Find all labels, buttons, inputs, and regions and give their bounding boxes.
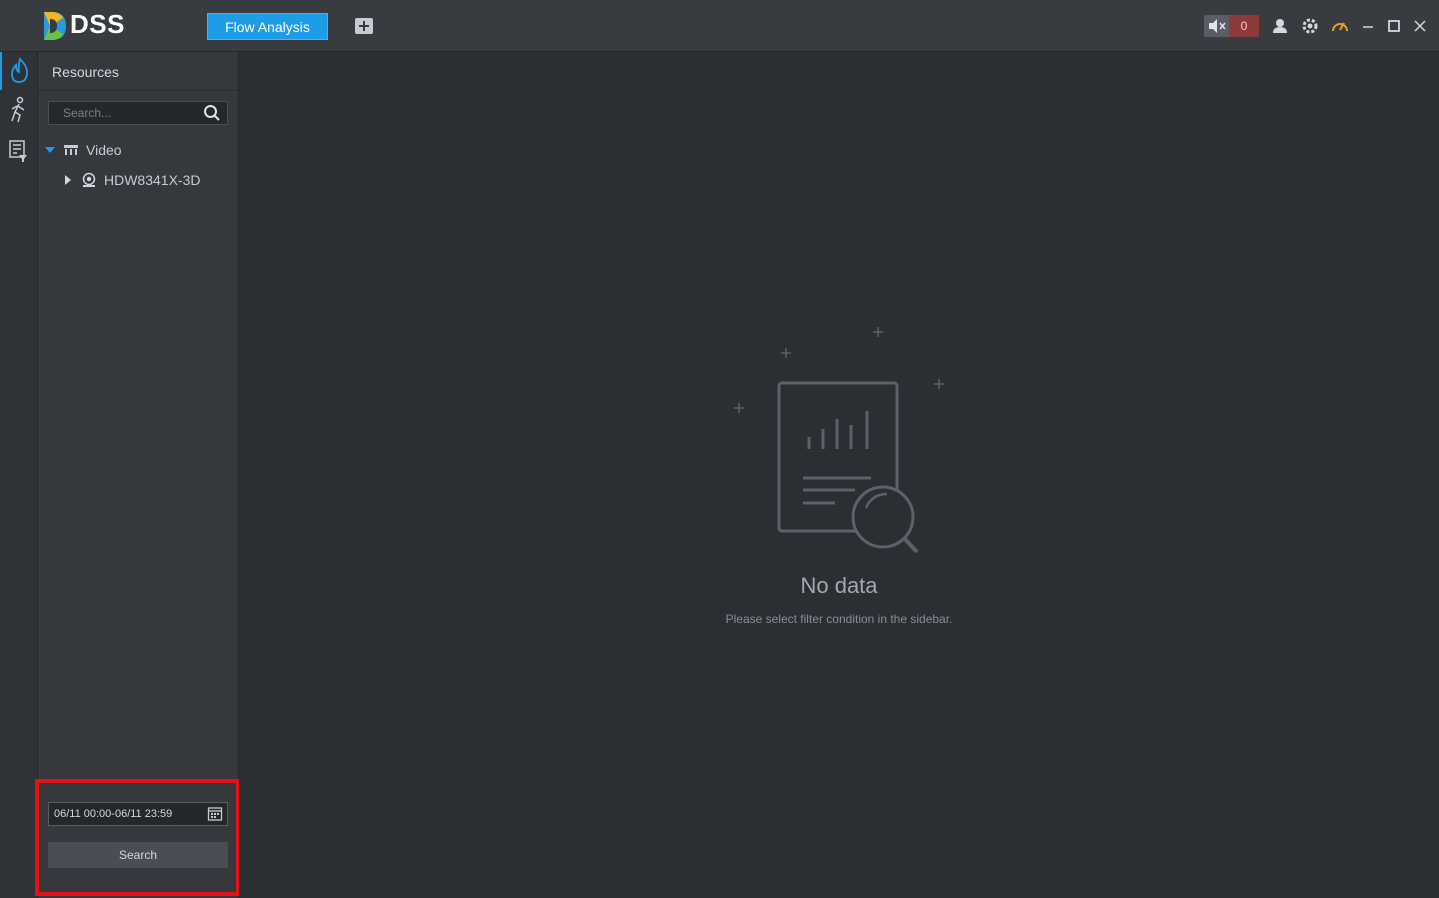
rail-report[interactable] xyxy=(0,132,38,170)
dome-camera-icon xyxy=(82,172,96,187)
maximize-icon[interactable] xyxy=(1383,15,1405,37)
report-filter-icon xyxy=(9,140,27,162)
flame-icon xyxy=(11,57,29,83)
resources-sidebar: Resources Video HDW8341X-3D xyxy=(38,52,239,898)
empty-state-hint: Please select filter condition in the si… xyxy=(725,612,953,626)
tree-node-camera[interactable]: HDW8341X-3D xyxy=(62,169,200,191)
user-icon[interactable] xyxy=(1269,15,1291,37)
time-range-value: 06/11 00:00-06/11 23:59 xyxy=(54,808,173,820)
empty-state-title: No data xyxy=(800,573,878,598)
time-range-field[interactable]: 06/11 00:00-06/11 23:59 xyxy=(48,802,228,826)
tab-flow-analysis[interactable]: Flow Analysis xyxy=(207,13,328,40)
add-tab-button[interactable] xyxy=(355,18,373,34)
walking-person-icon xyxy=(11,96,25,123)
rail-heat-flow[interactable] xyxy=(0,52,38,90)
alarm-count-badge: 0 xyxy=(1229,15,1259,37)
rail-people-counting[interactable] xyxy=(0,92,38,130)
sidebar-title: Resources xyxy=(52,64,119,80)
tree-node-label: Video xyxy=(86,142,122,158)
no-data-illustration-icon xyxy=(734,327,944,554)
main-panel: No data Please select filter condition i… xyxy=(239,52,1439,898)
sidebar-divider xyxy=(38,90,238,91)
gear-icon[interactable] xyxy=(1299,15,1321,37)
speaker-muted-icon[interactable] xyxy=(1204,15,1229,37)
search-icon[interactable] xyxy=(203,104,221,122)
expand-triangle-icon[interactable] xyxy=(44,144,56,156)
search-input[interactable] xyxy=(49,102,199,124)
calendar-icon[interactable] xyxy=(207,806,223,822)
module-rail xyxy=(0,52,38,898)
brand-name: DSS xyxy=(70,9,125,39)
title-bar: DSS Flow Analysis 0 xyxy=(0,0,1439,52)
collapse-triangle-icon[interactable] xyxy=(62,174,74,186)
video-group-icon xyxy=(64,145,78,155)
close-icon[interactable] xyxy=(1409,15,1431,37)
search-button[interactable]: Search xyxy=(48,842,228,868)
tree-node-video[interactable]: Video xyxy=(44,139,122,161)
performance-gauge-icon[interactable] xyxy=(1329,15,1351,37)
minimize-icon[interactable] xyxy=(1357,15,1379,37)
tree-node-label: HDW8341X-3D xyxy=(104,172,201,188)
resource-search xyxy=(48,101,228,125)
alarm-indicator[interactable]: 0 xyxy=(1204,15,1259,37)
